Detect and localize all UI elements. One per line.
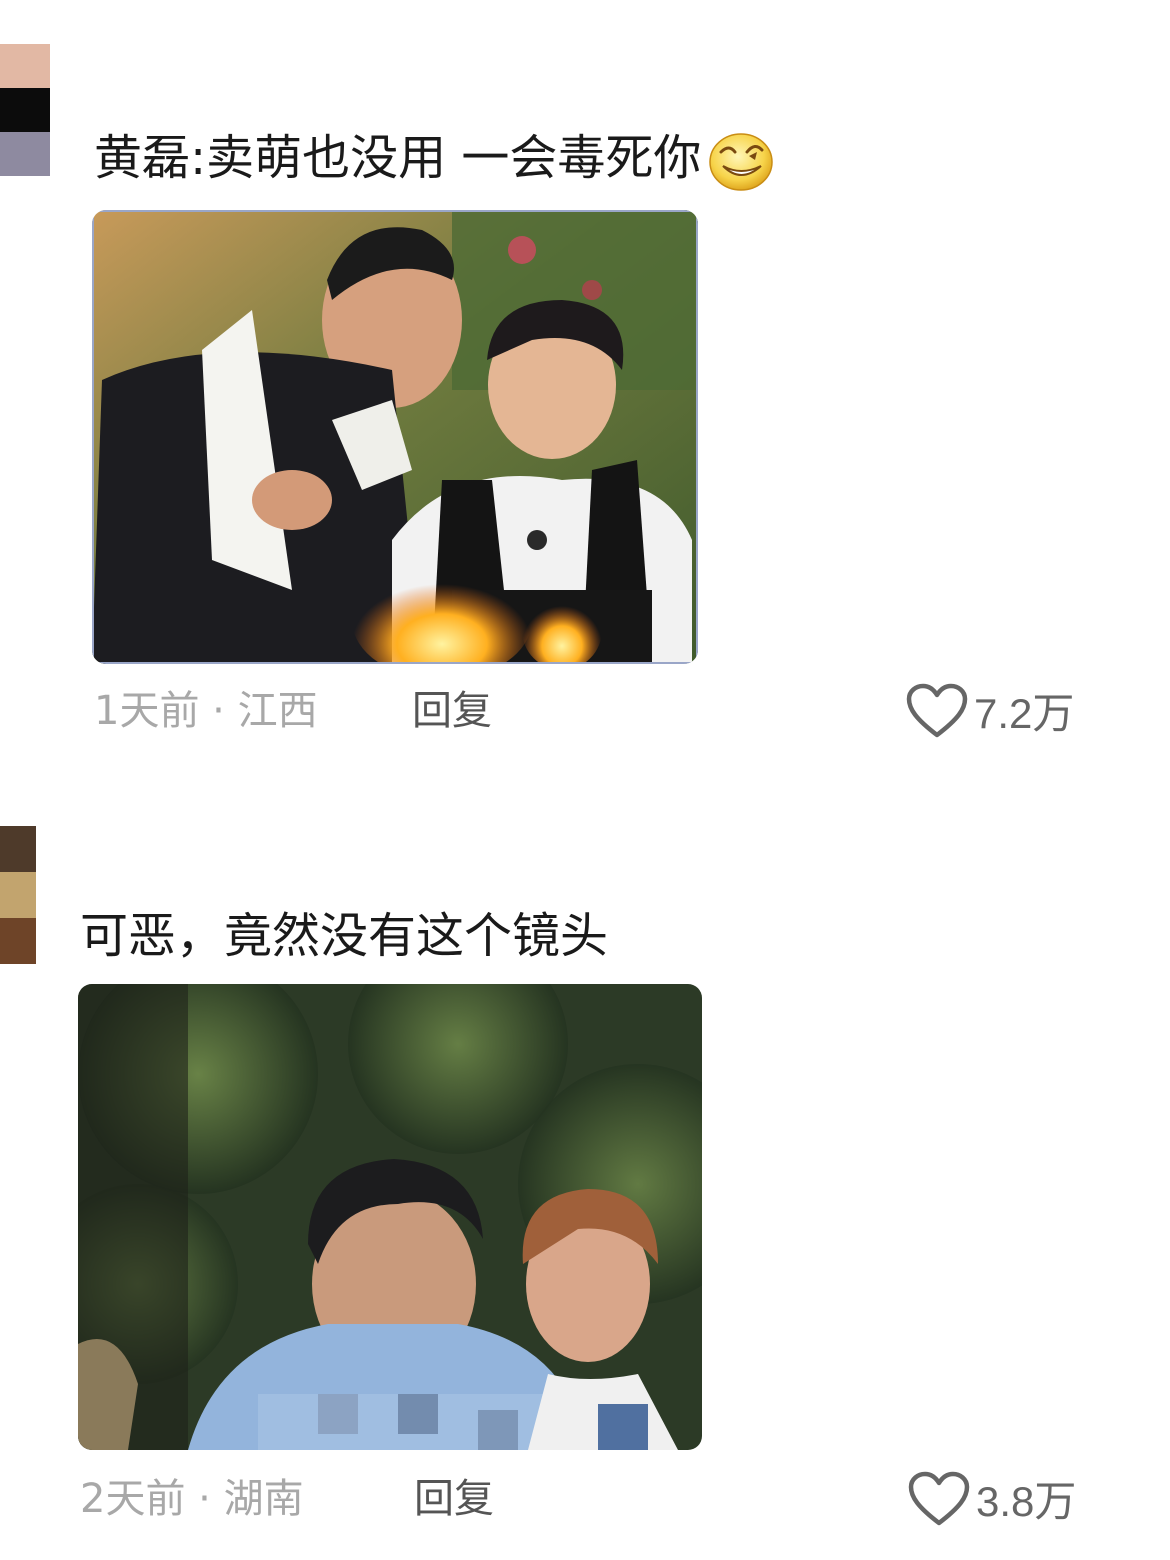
comment-item: 黄磊:卖萌也没用 一会毒死你 1天前 · 江西 回复 7.2万 — [0, 0, 1170, 780]
avatar[interactable] — [0, 44, 50, 176]
comment-image[interactable] — [78, 984, 702, 1450]
comment-text: 黄磊:卖萌也没用 一会毒死你 — [94, 128, 775, 192]
comment-location: 湖南 — [223, 1476, 304, 1522]
meta-separator: · — [212, 688, 225, 734]
comment-text-content: 黄磊:卖萌也没用 一会毒死你 — [94, 130, 702, 186]
heart-icon — [908, 1471, 970, 1525]
reply-button[interactable]: 回复 — [412, 686, 492, 736]
comment-meta: 2天前 · 湖南 — [80, 1474, 304, 1524]
meta-separator: · — [198, 1476, 211, 1522]
like-count: 3.8万 — [976, 1478, 1077, 1525]
comment-image[interactable] — [92, 210, 698, 664]
photo-foliage — [78, 984, 702, 1450]
avatar[interactable] — [0, 826, 36, 964]
comment-time: 2天前 — [80, 1476, 186, 1522]
heart-icon — [906, 683, 968, 737]
comment-item: 可恶，竟然没有这个镜头 2天前 · 湖南 回复 3.8万 — [0, 780, 1170, 1560]
like-button[interactable]: 3.8万 — [908, 1468, 1076, 1529]
comment-time: 1天前 — [94, 688, 200, 734]
reply-button[interactable]: 回复 — [414, 1474, 494, 1524]
comment-location: 江西 — [237, 688, 318, 734]
photo-campfire — [92, 210, 698, 664]
comment-text: 可恶，竟然没有这个镜头 — [80, 908, 609, 964]
like-button[interactable]: 7.2万 — [906, 680, 1074, 741]
like-count: 7.2万 — [974, 690, 1075, 737]
grinning-squint-emoji-icon — [709, 133, 774, 191]
comment-meta: 1天前 · 江西 — [94, 686, 318, 736]
